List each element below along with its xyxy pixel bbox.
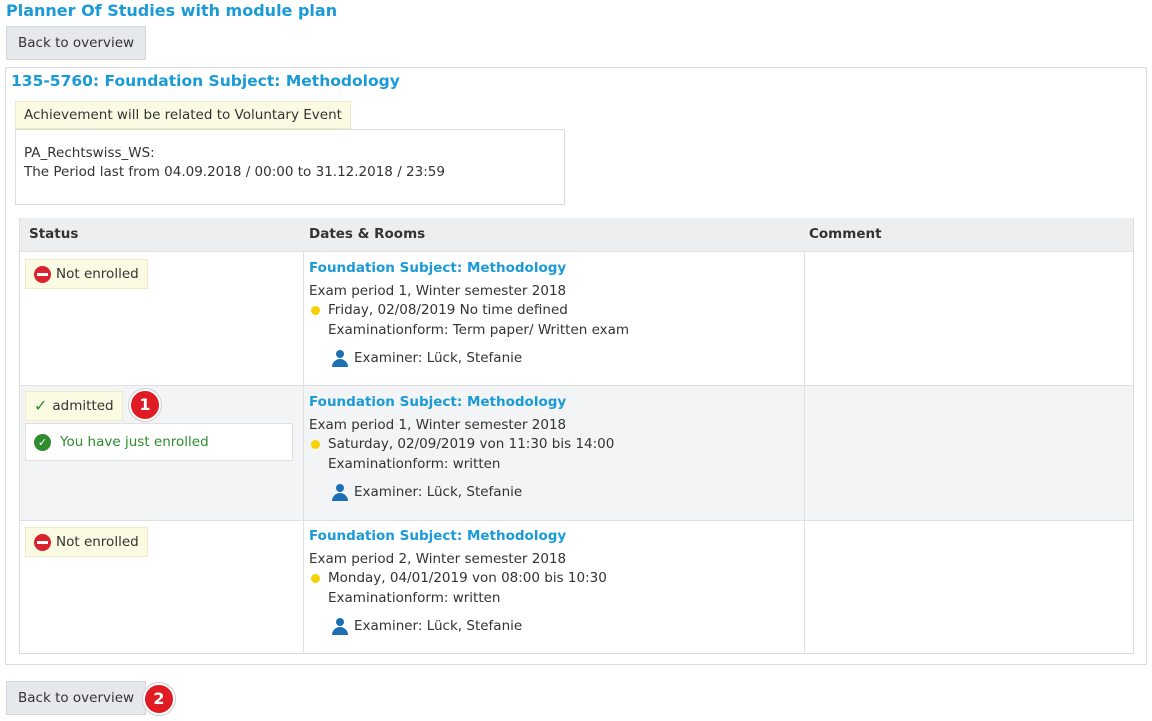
date-line: Monday, 04/01/2019 von 08:00 bis 10:30	[309, 569, 607, 589]
annotation-marker-2: 2	[143, 683, 175, 715]
person-icon	[331, 350, 349, 368]
table-header: Status Dates & Rooms Comment	[20, 218, 1133, 251]
success-message: ✓ You have just enrolled	[25, 423, 293, 461]
status-badge: ✓ admitted	[25, 391, 123, 421]
annotation-marker-1: 1	[129, 389, 161, 421]
module-title[interactable]: 135-5760: Foundation Subject: Methodolog…	[11, 72, 400, 90]
table-row: ✓ admitted ✓ You have just enrolled Foun…	[20, 385, 1133, 520]
back-to-overview-button-bottom[interactable]: Back to overview	[6, 681, 147, 715]
person-icon	[331, 618, 349, 636]
date-text: Saturday, 02/09/2019 von 11:30 bis 14:00	[328, 436, 615, 452]
date-line: Saturday, 02/09/2019 von 11:30 bis 14:00	[309, 435, 614, 455]
achievement-note: Achievement will be related to Voluntary…	[15, 101, 351, 129]
header-status: Status	[29, 226, 79, 242]
examiner-text: Examiner: Lück, Stefanie	[354, 350, 523, 366]
exam-period: Exam period 1, Winter semester 2018	[309, 416, 567, 433]
module-panel: 135-5760: Foundation Subject: Methodolog…	[5, 67, 1147, 665]
exam-table: Status Dates & Rooms Comment Not enrolle…	[19, 218, 1134, 654]
checkmark-icon: ✓	[34, 396, 48, 415]
exam-period: Exam period 2, Winter semester 2018	[309, 550, 567, 567]
dates-rooms-cell: Foundation Subject: Methodology Exam per…	[309, 527, 607, 637]
success-text: You have just enrolled	[60, 434, 209, 450]
exam-form: Examinationform: written	[328, 455, 501, 472]
no-entry-icon	[34, 265, 51, 283]
table-row: Not enrolled Foundation Subject: Methodo…	[20, 251, 1133, 385]
success-circle-icon: ✓	[34, 433, 51, 451]
period-box: PA_Rechtswiss_WS: The Period last from 0…	[15, 129, 565, 205]
page-title: Planner Of Studies with module plan	[6, 1, 338, 20]
status-text: Not enrolled	[56, 534, 139, 550]
status-text: admitted	[52, 398, 114, 414]
event-link[interactable]: Foundation Subject: Methodology	[309, 527, 607, 547]
exam-form: Examinationform: written	[328, 589, 501, 606]
period-text: The Period last from 04.09.2018 / 00:00 …	[24, 164, 445, 180]
period-name: PA_Rechtswiss_WS:	[24, 145, 155, 161]
date-line: Friday, 02/08/2019 No time defined	[309, 301, 629, 321]
date-text: Friday, 02/08/2019 No time defined	[328, 302, 568, 318]
examiner: Examiner: Lück, Stefanie	[309, 617, 607, 637]
examiner-text: Examiner: Lück, Stefanie	[354, 618, 523, 634]
event-link[interactable]: Foundation Subject: Methodology	[309, 259, 629, 279]
dates-rooms-cell: Foundation Subject: Methodology Exam per…	[309, 393, 614, 503]
examiner: Examiner: Lück, Stefanie	[309, 483, 614, 503]
examiner: Examiner: Lück, Stefanie	[309, 349, 629, 369]
back-to-overview-button-top[interactable]: Back to overview	[6, 26, 147, 60]
status-badge: Not enrolled	[25, 259, 148, 289]
calendar-dot-icon	[311, 306, 320, 316]
exam-period: Exam period 1, Winter semester 2018	[309, 282, 567, 299]
person-icon	[331, 484, 349, 502]
calendar-dot-icon	[311, 574, 320, 584]
calendar-dot-icon	[311, 440, 320, 450]
examiner-text: Examiner: Lück, Stefanie	[354, 484, 523, 500]
date-text: Monday, 04/01/2019 von 08:00 bis 10:30	[328, 570, 607, 586]
no-entry-icon	[34, 533, 51, 551]
dates-rooms-cell: Foundation Subject: Methodology Exam per…	[309, 259, 629, 369]
header-comment: Comment	[809, 226, 882, 242]
table-row: Not enrolled Foundation Subject: Methodo…	[20, 520, 1133, 654]
header-dates-rooms: Dates & Rooms	[309, 226, 426, 242]
event-link[interactable]: Foundation Subject: Methodology	[309, 393, 614, 413]
status-text: Not enrolled	[56, 266, 139, 282]
exam-form: Examinationform: Term paper/ Written exa…	[328, 321, 630, 338]
status-badge: Not enrolled	[25, 527, 148, 557]
